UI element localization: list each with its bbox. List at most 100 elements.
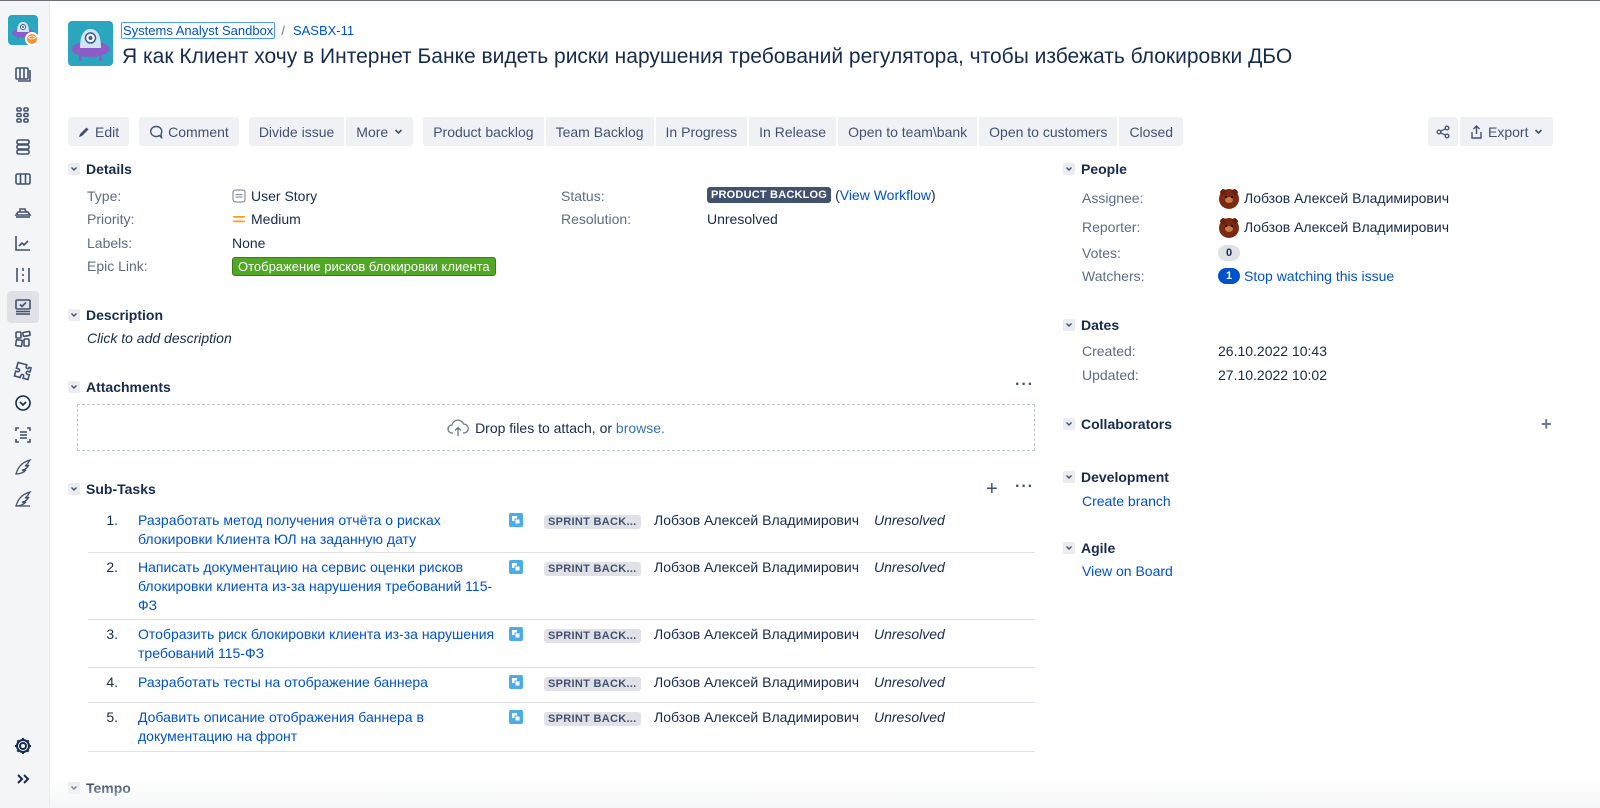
- view-on-board-link[interactable]: View on Board: [1082, 563, 1173, 579]
- view-workflow-link[interactable]: View Workflow: [840, 187, 931, 203]
- subtask-resolution: Unresolved: [874, 512, 945, 528]
- expand-icon[interactable]: [10, 766, 36, 792]
- stop-watching-link[interactable]: Stop watching this issue: [1244, 268, 1394, 284]
- collapse-chevron-icon[interactable]: [1063, 471, 1075, 483]
- collapse-chevron-icon[interactable]: [68, 483, 80, 495]
- collapse-chevron-icon[interactable]: [1063, 542, 1075, 554]
- type-text: User Story: [251, 188, 318, 204]
- share-button[interactable]: [1428, 117, 1458, 146]
- subtask-assignee[interactable]: Лобзов Алексей Владимирович: [654, 511, 874, 546]
- subtask-title-link[interactable]: Отобразить риск блокировки клиента из-за…: [138, 625, 508, 661]
- transition-team-backlog[interactable]: Team Backlog: [545, 117, 654, 146]
- subtasks-section-header[interactable]: Sub-Tasks: [68, 481, 156, 497]
- subtask-assignee[interactable]: Лобзов Алексей Владимирович: [654, 673, 874, 696]
- attachment-drop-zone[interactable]: Drop files to attach, or browse.: [77, 404, 1035, 451]
- breadcrumb-issue-key-link[interactable]: SASBX-11: [293, 23, 354, 38]
- watchers-count-badge[interactable]: 1: [1218, 268, 1240, 284]
- export-button-label: Export: [1488, 123, 1529, 140]
- epic-link-lozenge[interactable]: Отображение рисков блокировки клиента: [232, 257, 496, 276]
- agile-section-header[interactable]: Agile: [1063, 540, 1115, 556]
- transition-in-progress[interactable]: In Progress: [655, 117, 748, 146]
- checklist-icon[interactable]: [10, 422, 36, 448]
- transition-closed[interactable]: Closed: [1119, 117, 1184, 146]
- reports-icon[interactable]: [10, 230, 36, 256]
- created-label: Created:: [1082, 343, 1136, 359]
- wing-icon[interactable]: [10, 454, 36, 480]
- backlog-icon[interactable]: [10, 102, 36, 128]
- subtask-assignee[interactable]: Лобзов Алексей Владимирович: [654, 558, 874, 613]
- comment-button-label: Comment: [168, 123, 229, 140]
- sprints-icon[interactable]: [10, 262, 36, 288]
- breadcrumb-separator: /: [281, 23, 285, 38]
- dates-section-header[interactable]: Dates: [1063, 317, 1119, 333]
- assignee-value[interactable]: Лобзов Алексей Владимирович: [1218, 187, 1449, 209]
- collapse-chevron-icon[interactable]: [1063, 319, 1075, 331]
- breadcrumb-project-link[interactable]: Systems Analyst Sandbox: [121, 22, 276, 39]
- issues-icon[interactable]: [7, 291, 39, 323]
- subtask-assignee[interactable]: Лобзов Алексей Владимирович: [654, 708, 874, 745]
- subtask-title-link[interactable]: Добавить описание отображения баннера в …: [138, 708, 508, 745]
- add-subtask-icon[interactable]: +: [986, 479, 998, 499]
- subtask-status: SPRINT BACK...: [544, 708, 654, 745]
- releases-icon[interactable]: [10, 134, 36, 160]
- watchers-label: Watchers:: [1082, 268, 1145, 284]
- transition-in-release[interactable]: In Release: [749, 117, 837, 146]
- subtask-status: SPRINT BACK...: [544, 625, 654, 661]
- subtask-title-link[interactable]: Разработать метод получения отчёта о рис…: [138, 511, 508, 547]
- browse-link[interactable]: browse.: [616, 420, 665, 436]
- divide-issue-button[interactable]: Divide issue: [248, 117, 345, 146]
- subtask-title-link[interactable]: Разработать тесты на отображение баннера: [138, 673, 508, 696]
- subtask-status: SPRINT BACK...: [544, 673, 654, 696]
- tempo-icon[interactable]: [10, 390, 36, 416]
- reporter-name: Лобзов Алексей Владимирович: [1244, 219, 1449, 235]
- development-section-header[interactable]: Development: [1063, 469, 1169, 485]
- export-button[interactable]: Export: [1460, 117, 1554, 146]
- description-section-header[interactable]: Description: [68, 307, 163, 323]
- type-value: User Story: [232, 188, 317, 204]
- ship-icon[interactable]: [10, 198, 36, 224]
- details-section-header[interactable]: Details: [68, 161, 132, 177]
- tempo-section-header[interactable]: Tempo: [68, 780, 131, 796]
- create-branch-link[interactable]: Create branch: [1082, 493, 1171, 509]
- subtask-number: 3.: [106, 626, 118, 642]
- pages-icon[interactable]: [10, 326, 36, 352]
- transition-open-to-customers[interactable]: Open to customers: [979, 117, 1118, 146]
- add-ons-icon[interactable]: [10, 358, 36, 384]
- priority-value: Medium: [232, 211, 301, 227]
- labels-value[interactable]: None: [232, 235, 265, 251]
- collapse-chevron-icon[interactable]: [1063, 418, 1075, 430]
- edit-button[interactable]: Edit: [68, 117, 130, 146]
- reporter-label: Reporter:: [1082, 219, 1141, 235]
- components-icon[interactable]: [10, 166, 36, 192]
- subtasks-more-icon[interactable]: ···: [1015, 478, 1034, 496]
- subtask-type: [508, 625, 544, 661]
- subtask-icon: [509, 560, 523, 574]
- collapse-chevron-icon[interactable]: [1063, 163, 1075, 175]
- attachments-section-header[interactable]: Attachments: [68, 379, 171, 395]
- transition-open-to-team-bank[interactable]: Open to team\bank: [838, 117, 978, 146]
- collapse-chevron-icon[interactable]: [68, 782, 80, 794]
- votes-count-badge[interactable]: 0: [1218, 245, 1240, 261]
- subtask-title-link[interactable]: Написать документацию на сервис оценки р…: [138, 558, 508, 613]
- collapse-chevron-icon[interactable]: [68, 309, 80, 321]
- collaborators-section-header[interactable]: Collaborators: [1063, 416, 1172, 432]
- attachments-more-icon[interactable]: ···: [1015, 376, 1034, 394]
- issue-title[interactable]: Я как Клиент хочу в Интернет Банке видет…: [122, 43, 1342, 71]
- project-avatar[interactable]: [68, 21, 113, 66]
- subtask-assignee[interactable]: Лобзов Алексей Владимирович: [654, 625, 874, 661]
- transition-product-backlog[interactable]: Product backlog: [423, 117, 544, 146]
- more-button[interactable]: More: [346, 117, 414, 146]
- reporter-value[interactable]: Лобзов Алексей Владимирович: [1218, 216, 1449, 238]
- votes-label: Votes:: [1082, 245, 1121, 261]
- collapse-chevron-icon[interactable]: [68, 163, 80, 175]
- description-placeholder[interactable]: Click to add description: [87, 330, 232, 346]
- people-section-header[interactable]: People: [1063, 161, 1127, 177]
- updated-label: Updated:: [1082, 367, 1139, 383]
- wing-2-icon[interactable]: [10, 486, 36, 512]
- board-icon[interactable]: [10, 61, 36, 87]
- subtask-status-lozenge: SPRINT BACK...: [544, 677, 641, 691]
- comment-button[interactable]: Comment: [139, 117, 239, 146]
- add-collaborator-icon[interactable]: +: [1541, 414, 1552, 435]
- gear-icon[interactable]: [10, 733, 36, 759]
- collapse-chevron-icon[interactable]: [68, 381, 80, 393]
